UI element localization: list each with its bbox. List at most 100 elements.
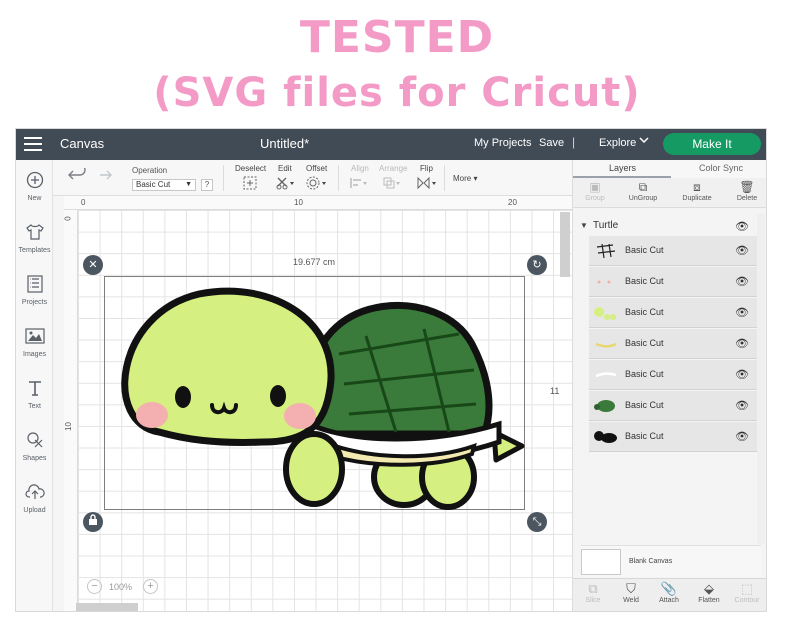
ungroup-icon: ⧉ — [638, 180, 648, 194]
operation-label: Operation — [132, 166, 168, 175]
zoom-out-button[interactable]: − — [87, 579, 102, 594]
zoom-in-button[interactable]: + — [143, 579, 158, 594]
zoom-level: 100% — [109, 582, 133, 592]
layer-row[interactable]: Basic Cut 👁 — [589, 422, 757, 452]
layers-panel: Layers Color Sync ▣ Group ⧉ UnGroup ⧈ Du… — [572, 160, 766, 611]
height-readout: 11 — [550, 386, 560, 396]
help-button[interactable]: ? — [201, 179, 213, 191]
more-menu[interactable]: More ▾ — [453, 174, 477, 183]
flatten-button[interactable]: ⬙ Flatten — [689, 581, 729, 604]
lock-icon[interactable] — [83, 512, 103, 532]
duplicate-button[interactable]: ⧈ Duplicate — [677, 180, 717, 202]
arrange-icon[interactable] — [382, 176, 402, 193]
grid-icon — [16, 275, 53, 297]
rotate-icon[interactable]: ↻ — [527, 255, 547, 275]
tab-color-sync[interactable]: Color Sync — [699, 163, 743, 173]
canvas-vertical-scrollbar[interactable] — [560, 212, 570, 277]
canvas-swatch[interactable] — [581, 549, 621, 575]
document-title[interactable]: Untitled* — [260, 136, 309, 151]
operation-select[interactable]: Basic Cut ▼ — [132, 179, 196, 191]
eye-icon[interactable]: 👁 — [735, 337, 749, 350]
layer-row[interactable]: Basic Cut 👁 — [589, 236, 757, 266]
sidebar-item-projects[interactable]: Projects — [16, 275, 53, 306]
flip-icon[interactable] — [416, 176, 438, 193]
resize-icon[interactable]: ⤡ — [527, 512, 547, 532]
layer-thumbnail — [593, 305, 619, 321]
edit-label: Edit — [278, 164, 292, 173]
eye-icon[interactable]: 👁 — [735, 368, 749, 381]
layer-row[interactable]: Basic Cut 👁 — [589, 391, 757, 421]
redo-icon[interactable] — [94, 168, 112, 185]
blank-canvas-row[interactable]: Blank Canvas — [581, 545, 761, 577]
contour-button[interactable]: ⬚ Contour — [727, 581, 766, 604]
sidebar-label-upload: Upload — [23, 507, 46, 514]
layer-group-turtle[interactable]: ▼ Turtle 👁 — [573, 218, 757, 236]
topbar-separator: | — [572, 135, 576, 149]
group-button[interactable]: ▣ Group — [575, 180, 615, 202]
layer-row[interactable]: Basic Cut 👁 — [589, 329, 757, 359]
eye-icon[interactable]: 👁 — [735, 306, 749, 319]
width-readout: 19.677 cm — [293, 257, 336, 267]
ungroup-button[interactable]: ⧉ UnGroup — [623, 180, 663, 202]
headline-tested: TESTED — [299, 12, 495, 63]
my-projects-link[interactable]: My Projects — [474, 137, 531, 149]
explore-menu[interactable]: Explore — [599, 137, 636, 149]
section-title: Canvas — [60, 136, 105, 151]
layer-row[interactable]: Basic Cut 👁 — [589, 360, 757, 390]
sidebar-label-text: Text — [28, 403, 41, 410]
sidebar-item-upload[interactable]: Upload — [16, 483, 53, 514]
hamburger-icon[interactable] — [24, 137, 42, 151]
eye-icon[interactable]: 👁 — [735, 220, 749, 233]
contour-icon: ⬚ — [740, 581, 754, 596]
layer-thumbnail — [593, 243, 619, 259]
caret-down-icon[interactable]: ▼ — [580, 221, 588, 230]
left-sidebar: New Templates Projects Images Text Shape… — [16, 160, 53, 611]
blank-canvas-label: Blank Canvas — [629, 558, 673, 565]
layer-row[interactable]: Basic Cut 👁 — [589, 267, 757, 297]
sidebar-item-new[interactable]: New — [16, 171, 53, 202]
ruler-left-tick: 0 — [63, 216, 73, 221]
make-it-button[interactable]: Make It — [663, 133, 761, 155]
align-icon[interactable] — [349, 176, 369, 193]
eye-icon[interactable]: 👁 — [735, 275, 749, 288]
layer-thumbnail — [593, 274, 619, 290]
turtle-artwork[interactable] — [104, 274, 529, 519]
eye-icon[interactable]: 👁 — [735, 244, 749, 257]
layer-name: Basic Cut — [625, 307, 664, 317]
weld-button[interactable]: ⛉ Weld — [611, 581, 651, 604]
undo-icon[interactable] — [68, 164, 86, 185]
sidebar-item-text[interactable]: Text — [16, 379, 53, 410]
deselect-icon[interactable] — [243, 176, 257, 193]
close-icon[interactable]: ✕ — [83, 255, 103, 275]
eye-icon[interactable]: 👁 — [735, 430, 749, 443]
sidebar-label-shapes: Shapes — [22, 455, 47, 462]
attach-button[interactable]: 📎 Attach — [649, 581, 689, 604]
sidebar-item-images[interactable]: Images — [16, 327, 53, 358]
ruler-top-tick: 20 — [508, 198, 517, 207]
canvas-horizontal-scrollbar[interactable] — [76, 603, 138, 611]
sidebar-label-templates: Templates — [18, 247, 51, 254]
delete-button[interactable]: 🗑 Delete — [727, 180, 766, 202]
deselect-label: Deselect — [235, 164, 267, 173]
ruler-left-tick: 10 — [63, 422, 73, 431]
zoom-control: − 100% + — [87, 579, 165, 597]
layer-name: Basic Cut — [625, 431, 664, 441]
edit-scissors-icon[interactable] — [276, 176, 296, 193]
paperclip-icon: 📎 — [660, 581, 678, 596]
save-button[interactable]: Save — [539, 137, 564, 149]
offset-icon[interactable] — [306, 176, 328, 193]
panel-tabs: Layers Color Sync — [573, 160, 766, 178]
chevron-down-icon[interactable] — [638, 134, 650, 149]
panel-scrollbar[interactable] — [757, 214, 765, 544]
screenshot-root: TESTED (SVG files for Cricut) Canvas Unt… — [0, 0, 794, 635]
tab-layers[interactable]: Layers — [609, 163, 636, 173]
sidebar-label-new: New — [27, 195, 42, 202]
sidebar-item-shapes[interactable]: Shapes — [16, 431, 53, 462]
slice-button[interactable]: ⧉ Slice — [573, 581, 613, 604]
layer-row[interactable]: Basic Cut 👁 — [589, 298, 757, 328]
sidebar-label-projects: Projects — [21, 299, 48, 306]
sidebar-item-templates[interactable]: Templates — [16, 223, 53, 254]
eye-icon[interactable]: 👁 — [735, 399, 749, 412]
weld-label: Weld — [623, 597, 639, 604]
ruler-top: 0 10 20 — [64, 196, 572, 210]
